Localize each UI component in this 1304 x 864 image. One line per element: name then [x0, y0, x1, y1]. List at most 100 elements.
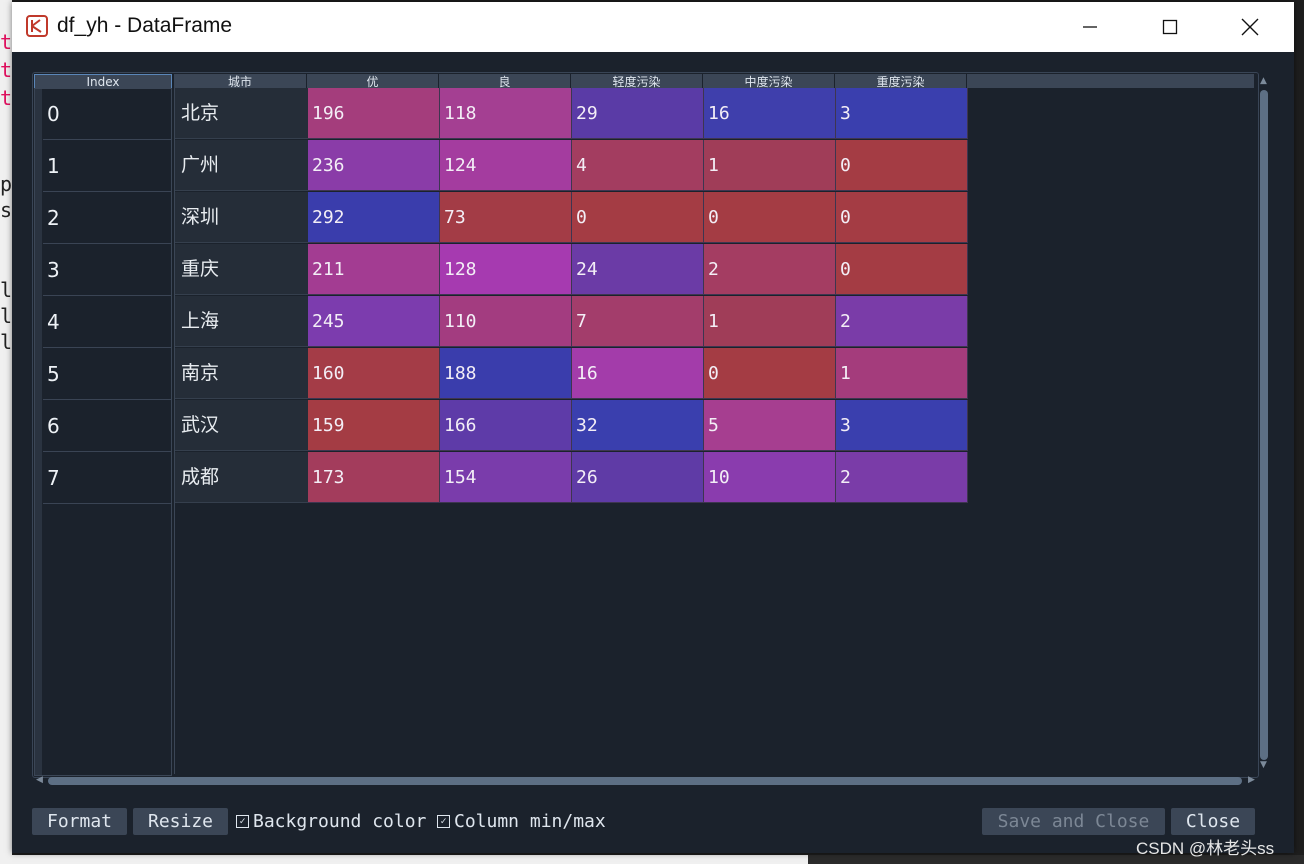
value-cell[interactable]: 236 [308, 140, 440, 191]
index-cell[interactable]: 4 [43, 297, 171, 348]
maximize-button[interactable] [1130, 2, 1210, 52]
value-cell[interactable]: 4 [572, 140, 704, 191]
background-glyph: t [0, 58, 13, 82]
value-cell[interactable]: 2 [704, 244, 836, 295]
value-cell[interactable]: 245 [308, 296, 440, 347]
title-bar: df_yh - DataFrame [12, 2, 1294, 52]
scroll-up-icon[interactable]: ▲ [1260, 76, 1267, 86]
maximize-icon [1162, 19, 1178, 35]
vertical-scrollbar[interactable]: ▲ ▼ [1257, 74, 1271, 772]
value-cell[interactable]: 154 [440, 452, 572, 503]
close-button[interactable]: Close [1171, 808, 1255, 835]
value-cell[interactable]: 3 [836, 88, 968, 139]
background-glyph: t [0, 86, 13, 110]
value-cell[interactable]: 118 [440, 88, 572, 139]
value-cell[interactable]: 10 [704, 452, 836, 503]
background-color-label: Background color [253, 811, 427, 832]
window-title: df_yh - DataFrame [57, 14, 233, 37]
save-and-close-button[interactable]: Save and Close [982, 808, 1165, 835]
value-cell[interactable]: 1 [836, 348, 968, 399]
index-cell[interactable]: 1 [43, 141, 171, 192]
value-cell[interactable]: 0 [836, 244, 968, 295]
value-cell[interactable]: 32 [572, 400, 704, 451]
background-color-checkbox[interactable]: ✓ Background color [236, 808, 426, 835]
value-cell[interactable]: 196 [308, 88, 440, 139]
value-cell[interactable]: 73 [440, 192, 572, 243]
value-cell[interactable]: 24 [572, 244, 704, 295]
background-glyph: s [0, 198, 13, 222]
column-header[interactable]: 轻度污染 [571, 74, 703, 88]
city-cell[interactable]: 南京 [175, 348, 308, 399]
minimize-icon [1083, 26, 1097, 28]
value-cell[interactable]: 159 [308, 400, 440, 451]
value-cell[interactable]: 16 [704, 88, 836, 139]
index-column: 01234567 [34, 88, 172, 776]
value-cell[interactable]: 110 [440, 296, 572, 347]
index-cell[interactable]: 0 [43, 89, 171, 140]
index-cell[interactable]: 3 [43, 245, 171, 296]
value-cell[interactable]: 292 [308, 192, 440, 243]
value-cell[interactable]: 3 [836, 400, 968, 451]
index-cell[interactable]: 2 [43, 193, 171, 244]
format-button[interactable]: Format [32, 808, 127, 835]
watermark: CSDN @林老头ss [1136, 839, 1275, 858]
value-cell[interactable]: 0 [572, 192, 704, 243]
scroll-down-icon[interactable]: ▼ [1260, 760, 1267, 770]
checkbox-checked-icon[interactable]: ✓ [236, 815, 249, 828]
value-cell[interactable]: 128 [440, 244, 572, 295]
value-cell[interactable]: 166 [440, 400, 572, 451]
city-cell[interactable]: 武汉 [175, 400, 308, 451]
value-cell[interactable]: 0 [836, 140, 968, 191]
index-cell[interactable]: 5 [43, 349, 171, 400]
value-cell[interactable]: 29 [572, 88, 704, 139]
horizontal-scroll-thumb[interactable] [48, 777, 1242, 785]
value-cell[interactable]: 0 [836, 192, 968, 243]
column-minmax-label: Column min/max [454, 811, 606, 832]
horizontal-scrollbar[interactable]: ◀ ▶ [34, 774, 1259, 788]
column-header[interactable]: 优 [307, 74, 439, 88]
value-cell[interactable]: 0 [704, 192, 836, 243]
minimize-button[interactable] [1050, 2, 1130, 52]
background-glyph: l [0, 330, 13, 354]
city-cell[interactable]: 深圳 [175, 192, 308, 243]
column-minmax-checkbox[interactable]: ✓ Column min/max [437, 808, 606, 835]
resize-button[interactable]: Resize [133, 808, 228, 835]
city-cell[interactable]: 成都 [175, 452, 308, 503]
value-cell[interactable]: 2 [836, 296, 968, 347]
index-strip [35, 89, 42, 775]
value-cell[interactable]: 188 [440, 348, 572, 399]
value-cell[interactable]: 1 [704, 296, 836, 347]
value-cell[interactable]: 7 [572, 296, 704, 347]
value-cell[interactable]: 0 [704, 348, 836, 399]
value-cell[interactable]: 124 [440, 140, 572, 191]
value-cell[interactable]: 16 [572, 348, 704, 399]
background-editor-strip: t t t p s l l l [0, 0, 12, 864]
background-glyph: p [0, 172, 13, 196]
column-header[interactable]: 城市 [174, 74, 307, 88]
vertical-scroll-thumb[interactable] [1260, 90, 1268, 760]
value-cell[interactable]: 5 [704, 400, 836, 451]
scroll-left-icon[interactable]: ◀ [36, 775, 43, 785]
checkbox-checked-icon[interactable]: ✓ [437, 815, 450, 828]
value-cell[interactable]: 211 [308, 244, 440, 295]
scroll-right-icon[interactable]: ▶ [1248, 775, 1255, 785]
close-window-button[interactable] [1210, 2, 1290, 52]
city-cell[interactable]: 上海 [175, 296, 308, 347]
column-header[interactable]: 重度污染 [835, 74, 967, 88]
column-header[interactable]: 中度污染 [703, 74, 835, 88]
value-cell[interactable]: 2 [836, 452, 968, 503]
index-cell[interactable]: 7 [43, 453, 171, 504]
background-glyph: l [0, 304, 13, 328]
value-cell[interactable]: 160 [308, 348, 440, 399]
value-cell[interactable]: 173 [308, 452, 440, 503]
city-cell[interactable]: 北京 [175, 88, 308, 139]
value-cell[interactable]: 26 [572, 452, 704, 503]
value-cell[interactable]: 1 [704, 140, 836, 191]
data-grid: 北京 196 118 29 16 3 广州 236 124 4 1 0 深圳 292 73 0 0 0 重庆 211 1… [174, 88, 1255, 774]
index-cell[interactable]: 6 [43, 401, 171, 452]
column-header[interactable]: 良 [439, 74, 571, 88]
column-header-row: 城市优良轻度污染 中度污染 重度污染 [174, 74, 1254, 88]
city-cell[interactable]: 重庆 [175, 244, 308, 295]
city-cell[interactable]: 广州 [175, 140, 308, 191]
background-glyph: t [0, 30, 13, 54]
